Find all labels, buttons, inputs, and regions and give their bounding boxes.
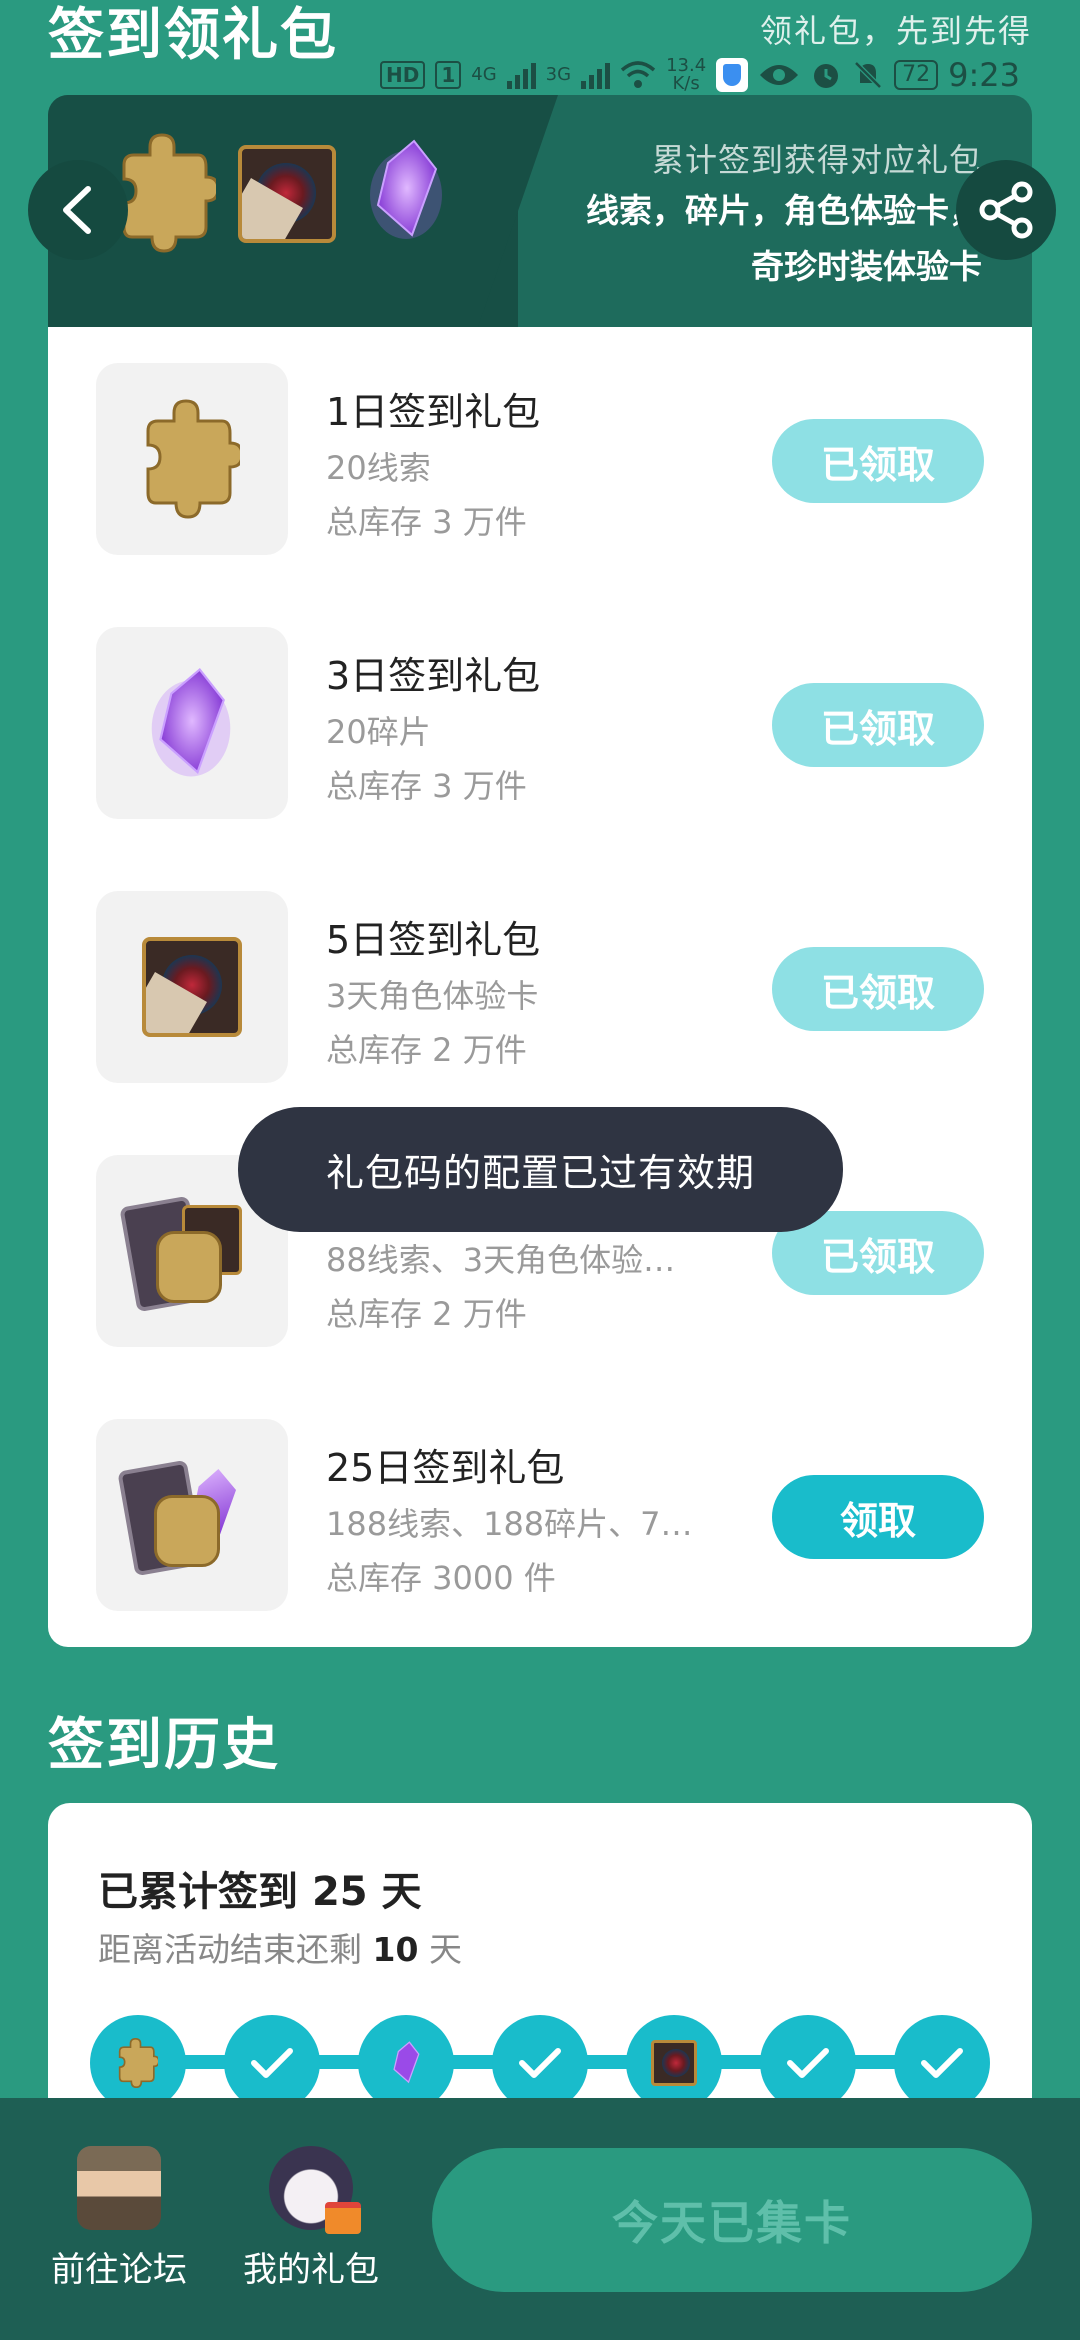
today-collected-button[interactable]: 今天已集卡 <box>432 2148 1032 2292</box>
reward-thumbnail <box>96 363 288 555</box>
reward-title: 25日签到礼包 <box>326 1446 565 1490</box>
share-icon <box>979 181 1033 239</box>
reward-row-day5: 5日签到礼包 3天角色体验卡 总库存 2 万件 已领取 <box>96 891 984 1087</box>
crystal-icon <box>393 2041 420 2084</box>
history-node-check <box>492 2015 588 2111</box>
card-bundle-icon <box>119 1191 242 1321</box>
reward-stock: 总库存 2 万件 <box>326 1295 527 1333</box>
reward-description: 188线索、188碎片、7… <box>326 1505 693 1543</box>
shield-icon <box>716 58 749 92</box>
check-icon <box>519 2048 561 2078</box>
puzzle-icon <box>118 2038 158 2088</box>
reward-title: 1日签到礼包 <box>326 390 541 434</box>
share-button[interactable] <box>956 160 1056 260</box>
battery-indicator: 72 <box>894 60 939 90</box>
mute-bell-icon <box>854 61 882 89</box>
history-node-check <box>760 2015 856 2111</box>
hd-indicator: HD <box>379 61 426 89</box>
puzzle-icon <box>122 133 216 253</box>
check-icon <box>921 2048 963 2078</box>
remaining-days: 距离活动结束还剩 10 天 <box>98 1923 462 1971</box>
reward-thumbnail <box>96 891 288 1083</box>
check-icon <box>251 2048 293 2078</box>
clock: 9:23 <box>948 56 1020 94</box>
claimed-button[interactable]: 已领取 <box>772 683 984 767</box>
remaining-count: 10 <box>372 1930 419 1969</box>
remaining-suffix: 天 <box>428 1930 462 1969</box>
history-title: 签到历史 <box>48 1713 280 1778</box>
alarm-icon <box>814 64 839 88</box>
history-card: 已累计签到 25 天 距离活动结束还剩 10 天 <box>48 1803 1032 2123</box>
reward-list: 1日签到礼包 20线索 总库存 3 万件 已领取 3日签到礼包 20碎片 总库存… <box>48 327 1032 1647</box>
cumulative-suffix: 天 <box>381 1869 422 1915</box>
reward-thumbnail <box>96 627 288 819</box>
forum-avatar <box>77 2146 161 2230</box>
reward-stock: 总库存 3 万件 <box>326 503 527 541</box>
history-node-crystal <box>358 2015 454 2111</box>
claimed-button[interactable]: 已领取 <box>772 947 984 1031</box>
reward-title: 5日签到礼包 <box>326 918 541 962</box>
cumulative-count: 25 <box>311 1869 368 1915</box>
net-speed-unit: K/s <box>672 73 700 94</box>
status-bar: HD 1 4G 3G 13.4 K/s 72 9:23 <box>379 56 1020 94</box>
remaining-prefix: 距离活动结束还剩 <box>98 1930 362 1969</box>
history-node-portrait-card <box>626 2015 722 2111</box>
check-icon <box>787 2048 829 2078</box>
chevron-left-icon <box>63 186 91 234</box>
puzzle-icon <box>146 399 240 519</box>
back-button[interactable] <box>28 160 128 260</box>
reward-row-day3: 3日签到礼包 20碎片 总库存 3 万件 已领取 <box>96 627 984 823</box>
my-gifts-link[interactable]: 我的礼包 <box>236 2146 386 2291</box>
bottom-bar: 前往论坛 我的礼包 今天已集卡 <box>0 2098 1080 2340</box>
history-node-check <box>894 2015 990 2111</box>
forum-link[interactable]: 前往论坛 <box>44 2146 194 2291</box>
claim-button[interactable]: 领取 <box>772 1475 984 1559</box>
gifts-avatar <box>269 2146 361 2234</box>
sim-indicator: 1 <box>435 61 462 89</box>
reward-title: 3日签到礼包 <box>326 654 541 698</box>
page-title: 签到领礼包 <box>48 3 338 68</box>
reward-thumbnail <box>96 1419 288 1611</box>
network-4g-label: 4G <box>471 64 497 85</box>
banner-rewards-text: 线索，碎片，角色体验卡，奇珍时装体验卡 <box>586 191 982 286</box>
crystal-icon <box>151 667 231 777</box>
reward-row-day25: 25日签到礼包 188线索、188碎片、7… 总库存 3000 件 领取 <box>96 1419 984 1615</box>
wifi-icon <box>620 61 656 88</box>
reward-row-day1: 1日签到礼包 20线索 总库存 3 万件 已领取 <box>96 363 984 559</box>
cumulative-days: 已累计签到 25 天 <box>98 1859 422 1917</box>
signal-icon <box>581 61 611 89</box>
page-slogan: 领礼包，先到先得 <box>759 12 1032 50</box>
net-speed: 13.4 K/s <box>666 57 706 93</box>
forum-label: 前往论坛 <box>51 2250 187 2290</box>
portrait-card-icon <box>651 2040 697 2086</box>
claimed-button[interactable]: 已领取 <box>772 419 984 503</box>
network-3g-label: 3G <box>545 64 572 85</box>
reward-stock: 总库存 2 万件 <box>326 1031 527 1069</box>
reward-description: 3天角色体验卡 <box>326 977 539 1015</box>
reward-stock: 总库存 3 万件 <box>326 767 527 805</box>
reward-description: 20线索 <box>326 449 431 487</box>
portrait-card-icon <box>142 937 242 1037</box>
gift-icon <box>325 2202 361 2234</box>
toast-message: 礼包码的配置已过有效期 <box>238 1107 843 1232</box>
gifts-label: 我的礼包 <box>243 2250 379 2290</box>
history-node-puzzle <box>90 2015 186 2111</box>
cumulative-prefix: 已累计签到 <box>98 1869 298 1915</box>
portrait-card-icon <box>238 145 336 243</box>
reward-description: 20碎片 <box>326 713 431 751</box>
history-node-check <box>224 2015 320 2111</box>
card-bundle-crystal-icon <box>117 1455 246 1585</box>
reward-stock: 总库存 3000 件 <box>326 1559 556 1597</box>
reward-description: 88线索、3天角色体验… <box>326 1241 676 1279</box>
eye-icon <box>760 65 799 85</box>
signal-icon <box>506 61 536 89</box>
crystal-icon <box>370 139 442 239</box>
banner: 累计签到获得对应礼包 线索，碎片，角色体验卡，奇珍时装体验卡 <box>48 95 1032 327</box>
banner-subtitle: 累计签到获得对应礼包 <box>651 141 982 179</box>
